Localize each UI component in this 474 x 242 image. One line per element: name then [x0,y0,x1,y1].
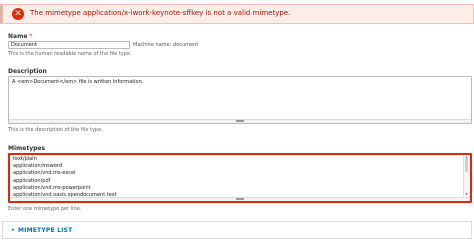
mimetype-line: text/plain [13,156,37,162]
scrollbar-thumb[interactable] [465,158,468,172]
mimetypes-scrollbar[interactable]: ▲ ▼ [463,156,468,196]
name-label-text: Name [8,33,28,40]
mimetype-line: application/pdf [13,177,51,184]
description-field-label: Description [8,68,47,75]
name-input[interactable]: Document [8,41,130,49]
error-message-box: ✕ The mimetype application/x-iwork-keyno… [0,4,474,24]
description-textarea[interactable]: A <em>Document</em> file is written info… [8,76,472,124]
mimetypes-field-label: Mimetypes [8,145,46,152]
resize-grip-icon[interactable] [236,120,244,122]
mimetype-line: application/vnd.ms-excel [13,170,76,177]
description-textarea-value: A <em>Document</em> file is written info… [12,79,144,85]
mimetypes-field-description: Enter one mimetype per line. [8,206,82,212]
mimetypes-textarea[interactable]: text/plain application/msword applicatio… [8,153,472,203]
machine-name-text: Machine name: document [133,42,199,48]
resize-grip-icon[interactable] [236,198,244,200]
mimetype-list-details[interactable]: ▸ MIMETYPE LIST [2,221,472,239]
mimetype-list-toggle[interactable]: MIMETYPE LIST [18,227,72,234]
scroll-down-arrow-icon[interactable]: ▼ [464,193,469,196]
mimetypes-resize-bar[interactable] [10,197,470,201]
description-field-description: This is the description of the file type… [8,127,103,133]
disclosure-triangle-icon[interactable]: ▸ [12,227,15,233]
description-resize-bar[interactable] [9,119,471,123]
required-marker: * [29,33,33,40]
mimetypes-lines: text/plain application/msword applicatio… [10,155,470,199]
mimetype-line: application/vnd.ms-powerpoint [13,184,91,191]
name-field-label: Name * [8,33,33,40]
name-field-description: This is the human readable name of the f… [8,51,132,57]
mimetype-line: application/msword [13,163,63,170]
error-icon: ✕ [12,8,24,20]
error-message-text: The mimetype application/x-iwork-keynote… [30,9,291,17]
